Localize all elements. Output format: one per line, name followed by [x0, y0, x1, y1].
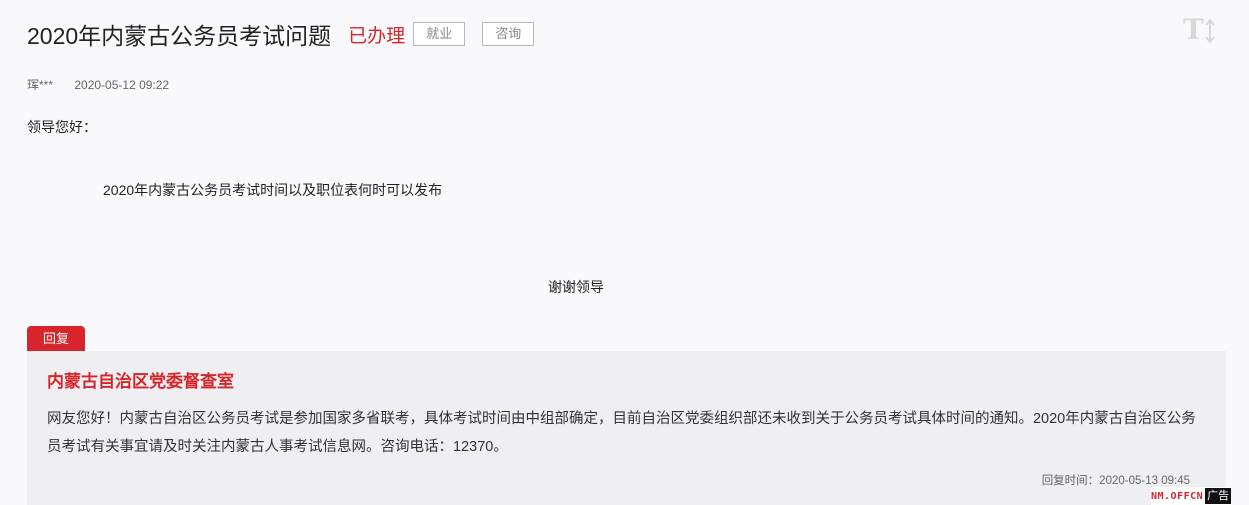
page-title: 2020年内蒙古公务员考试问题 [27, 23, 332, 49]
question-closing: 谢谢领导 [548, 279, 604, 295]
tag-consult[interactable]: 咨询 [482, 22, 535, 46]
status-label: 已办理 [348, 25, 406, 47]
page: 2020年内蒙古公务员考试问题 已办理 就业 咨询 T 珲*** 2020-05… [0, 0, 1249, 505]
ad-banner[interactable]: NM.OFFCN 广告 [1151, 487, 1232, 505]
question-meta: 珲*** 2020-05-12 09:22 [27, 76, 169, 93]
reply-badge: 回复 [27, 326, 85, 351]
question-date: 2020-05-12 09:22 [74, 78, 170, 92]
reply-time: 回复时间：2020-05-13 09:45 [1041, 475, 1190, 487]
reply-org-name: 内蒙古自治区党委督查室 [47, 372, 234, 391]
up-down-arrow-icon [1205, 19, 1215, 43]
font-size-toggle-button[interactable]: T [1181, 14, 1217, 46]
author-name: 珲*** [27, 78, 54, 92]
tag-employment[interactable]: 就业 [413, 22, 466, 46]
ad-site-label: NM.OFFCN [1151, 490, 1204, 502]
ad-label: 广告 [1205, 488, 1232, 504]
question-greeting: 领导您好： [27, 119, 97, 135]
font-size-toggle-icon: T [1183, 13, 1204, 46]
reply-panel: 内蒙古自治区党委督查室 网友您好！内蒙古自治区公务员考试是参加国家多省联考，具体… [27, 351, 1226, 505]
reply-text: 网友您好！内蒙古自治区公务员考试是参加国家多省联考，具体考试时间由中组部确定，目… [47, 411, 1196, 455]
question-body: 2020年内蒙古公务员考试时间以及职位表何时可以发布 [103, 182, 443, 198]
title-row: 2020年内蒙古公务员考试问题 已办理 就业 咨询 [27, 16, 551, 52]
